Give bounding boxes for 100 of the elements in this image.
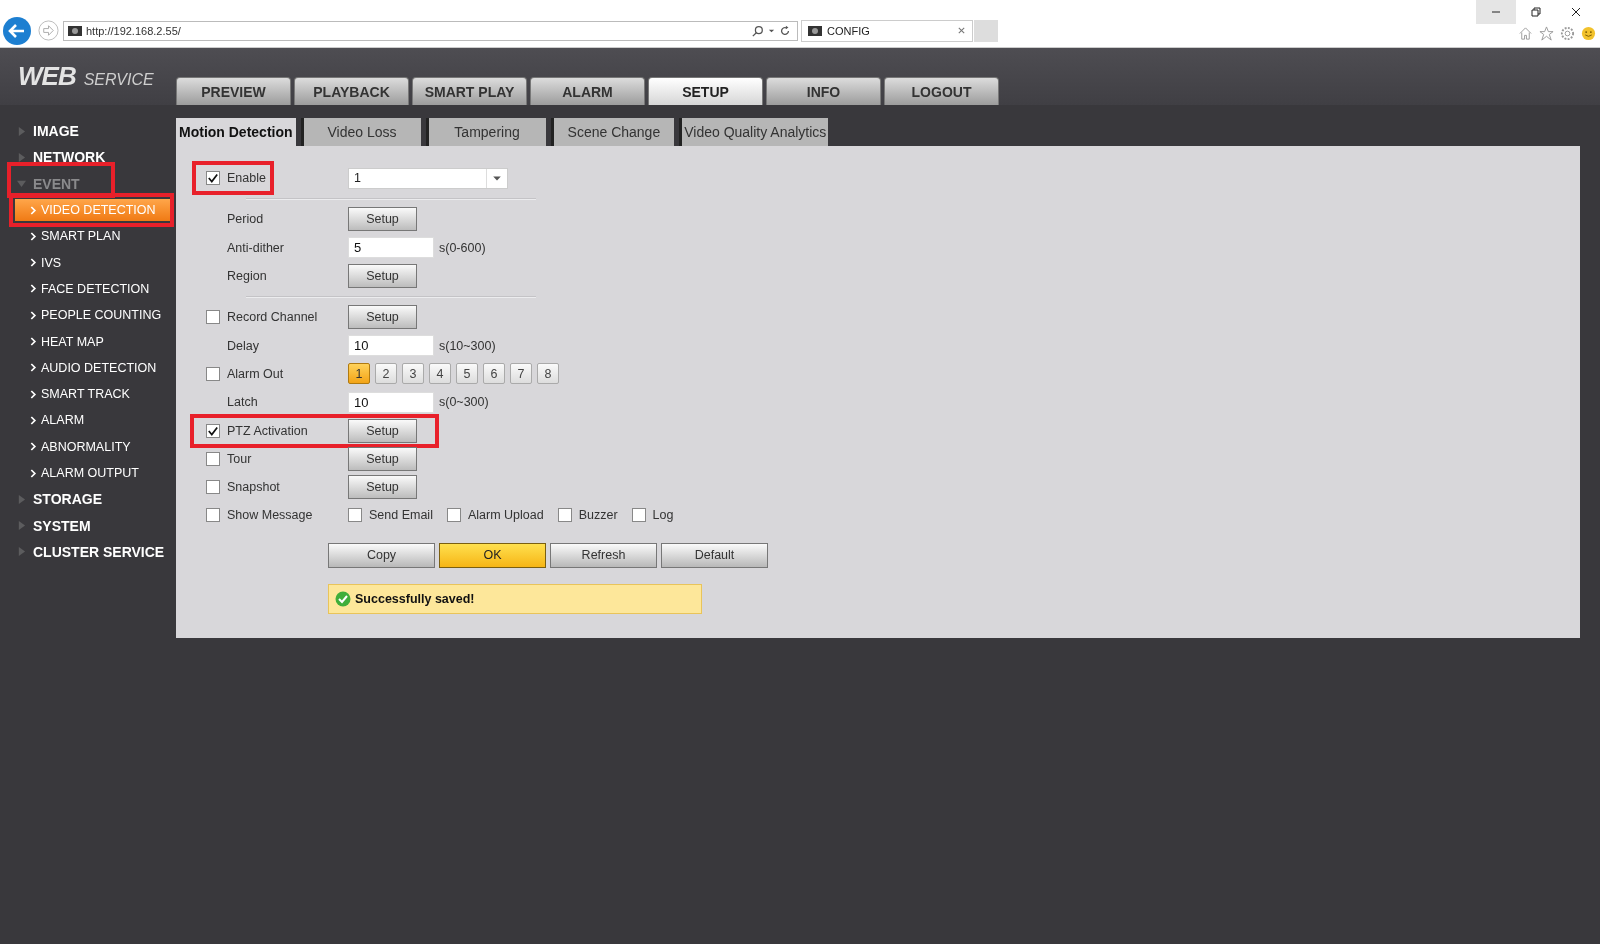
channel-number-button[interactable]: 1 bbox=[348, 363, 370, 385]
checkbox-label: Alarm Upload bbox=[467, 508, 544, 523]
nav-tab[interactable]: LOGOUT bbox=[884, 77, 999, 105]
star-icon[interactable] bbox=[1539, 26, 1554, 41]
field-label: Latch bbox=[227, 395, 258, 410]
forward-icon[interactable] bbox=[38, 20, 59, 41]
channel-number-button[interactable]: 6 bbox=[483, 363, 505, 385]
checkbox-label: Send Email bbox=[369, 508, 433, 523]
address-bar[interactable]: http://192.168.2.55/ bbox=[63, 20, 798, 41]
sidebar-item[interactable]: HEAT MAP bbox=[15, 330, 173, 353]
setup-button[interactable]: Setup bbox=[348, 264, 417, 289]
field-label: Enable bbox=[227, 171, 266, 186]
checkbox[interactable] bbox=[348, 508, 362, 523]
checkbox[interactable] bbox=[206, 480, 220, 495]
sub-tab[interactable]: Tampering bbox=[425, 118, 546, 146]
page-icon bbox=[808, 25, 822, 36]
field-label: Alarm Out bbox=[227, 366, 284, 381]
checkbox[interactable] bbox=[206, 423, 220, 438]
chevron-icon bbox=[30, 442, 37, 452]
search-icon[interactable] bbox=[752, 24, 764, 37]
nav-tab[interactable]: SETUP bbox=[648, 77, 763, 105]
chevron-icon bbox=[30, 468, 37, 478]
nav-tab[interactable]: PREVIEW bbox=[176, 77, 291, 105]
sub-tab[interactable]: Video Quality Analytics bbox=[679, 118, 829, 146]
input-field[interactable]: 5 bbox=[348, 237, 434, 259]
ok-button[interactable]: OK bbox=[439, 542, 546, 568]
nav-tab[interactable]: ALARM bbox=[530, 77, 645, 105]
chevron-icon bbox=[30, 363, 37, 373]
sub-tab[interactable]: Scene Change bbox=[550, 118, 675, 146]
field-label: Delay bbox=[227, 338, 259, 353]
sidebar-group[interactable]: SYSTEM bbox=[33, 517, 91, 534]
sub-tab[interactable]: Video Loss bbox=[300, 118, 421, 146]
caret-icon[interactable] bbox=[768, 27, 775, 34]
channel-number-button[interactable]: 3 bbox=[402, 363, 424, 385]
close-icon[interactable] bbox=[957, 26, 966, 35]
home-icon[interactable] bbox=[1518, 26, 1533, 41]
field-label: Period bbox=[227, 212, 264, 227]
checkbox[interactable] bbox=[446, 508, 461, 523]
logo-text: WEB bbox=[18, 61, 76, 92]
checkbox[interactable] bbox=[206, 451, 220, 466]
sidebar-group[interactable]: CLUSTER SERVICE bbox=[33, 543, 165, 560]
checkbox[interactable] bbox=[206, 310, 220, 325]
channel-select[interactable]: 1 bbox=[348, 167, 508, 189]
chevron-icon bbox=[30, 205, 37, 215]
logo-subtitle: SERVICE bbox=[83, 71, 154, 89]
channel-number-button[interactable]: 2 bbox=[375, 363, 397, 385]
sidebar-item[interactable]: ALARM OUTPUT bbox=[15, 462, 173, 484]
checkbox-label: Log bbox=[652, 508, 674, 523]
field-label: Show Message bbox=[227, 508, 313, 523]
message-text: Successfully saved! bbox=[355, 591, 475, 606]
checkbox[interactable] bbox=[206, 508, 220, 523]
action-button[interactable]: Refresh bbox=[550, 542, 657, 568]
back-icon[interactable] bbox=[2, 15, 32, 46]
checkbox[interactable] bbox=[206, 171, 220, 186]
input-field[interactable]: 10 bbox=[348, 335, 434, 357]
nav-tab[interactable]: INFO bbox=[766, 77, 881, 105]
smiley-icon[interactable] bbox=[1581, 26, 1596, 41]
action-button[interactable]: Copy bbox=[328, 542, 435, 568]
chevron-icon bbox=[30, 231, 37, 241]
sidebar-item[interactable]: AUDIO DETECTION bbox=[15, 356, 173, 379]
channel-number-button[interactable]: 7 bbox=[510, 363, 532, 385]
sidebar-item[interactable]: PEOPLE COUNTING bbox=[15, 304, 173, 327]
setup-button[interactable]: Setup bbox=[348, 475, 417, 500]
channel-number-button[interactable]: 5 bbox=[456, 363, 478, 385]
sidebar-item[interactable]: ALARM bbox=[15, 409, 173, 432]
nav-tab[interactable]: PLAYBACK bbox=[294, 77, 409, 105]
check-circle-icon bbox=[335, 590, 351, 607]
browser-tab[interactable]: CONFIG bbox=[801, 19, 973, 42]
sidebar-item[interactable]: IVS bbox=[15, 251, 173, 274]
channel-number-button[interactable]: 4 bbox=[429, 363, 451, 385]
field-label: Anti-dither bbox=[227, 240, 284, 255]
setup-button[interactable]: Setup bbox=[348, 207, 417, 232]
field-label: Record Channel bbox=[227, 310, 318, 325]
chevron-icon bbox=[30, 310, 37, 320]
sidebar-item[interactable]: SMART TRACK bbox=[15, 383, 173, 406]
nav-tab[interactable]: SMART PLAY bbox=[412, 77, 527, 105]
chevron-icon bbox=[30, 284, 37, 294]
checkbox[interactable] bbox=[206, 366, 220, 381]
sidebar-item[interactable]: SMART PLAN bbox=[15, 225, 173, 248]
setup-button[interactable]: Setup bbox=[348, 305, 417, 330]
settings-icon[interactable] bbox=[1560, 26, 1575, 41]
checkbox[interactable] bbox=[631, 508, 646, 523]
sidebar-group[interactable]: IMAGE bbox=[33, 123, 79, 140]
field-label: Snapshot bbox=[227, 480, 280, 495]
checkbox-label: Buzzer bbox=[578, 508, 618, 523]
channel-number-button[interactable]: 8 bbox=[537, 363, 559, 385]
sidebar-item[interactable]: ABNORMALITY bbox=[15, 435, 173, 458]
setup-button[interactable]: Setup bbox=[348, 446, 417, 471]
setup-button[interactable]: Setup bbox=[348, 418, 417, 443]
checkbox[interactable] bbox=[557, 508, 572, 523]
sidebar-group[interactable]: NETWORK bbox=[33, 149, 106, 166]
chevron-icon bbox=[30, 415, 37, 425]
sub-tab[interactable]: Motion Detection bbox=[176, 118, 296, 146]
sidebar-group[interactable]: STORAGE bbox=[33, 491, 102, 508]
action-button[interactable]: Default bbox=[661, 542, 768, 568]
refresh-icon[interactable] bbox=[779, 24, 791, 37]
input-field[interactable]: 10 bbox=[348, 391, 434, 413]
field-label: Region bbox=[227, 269, 267, 284]
sidebar-item[interactable]: FACE DETECTION bbox=[15, 277, 173, 300]
range-hint: s(10~300) bbox=[439, 338, 496, 353]
